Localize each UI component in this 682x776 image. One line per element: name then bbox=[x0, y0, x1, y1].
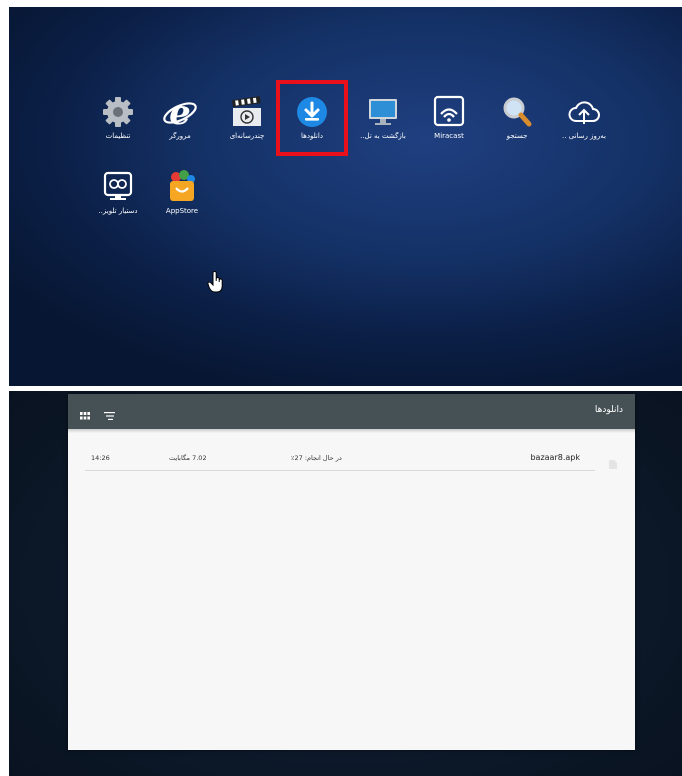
app-label: به‌روز رسانی .. bbox=[562, 132, 606, 140]
app-back-to-tv[interactable]: بازگشت به تل.. bbox=[345, 94, 421, 140]
sort-icon[interactable] bbox=[104, 406, 116, 420]
svg-text:e: e bbox=[169, 94, 191, 130]
grid-view-icon[interactable] bbox=[80, 406, 90, 420]
cloud-upload-icon bbox=[566, 94, 602, 130]
download-row[interactable]: 14:26 7.02 مگابایت در حال انجام: 27٪ baz… bbox=[85, 450, 595, 471]
app-label: بازگشت به تل.. bbox=[360, 132, 406, 140]
download-time: 14:26 bbox=[91, 454, 110, 462]
app-search[interactable]: جستجو bbox=[479, 94, 555, 140]
downloads-title: دانلودها bbox=[594, 405, 623, 415]
magnifier-icon bbox=[499, 94, 535, 130]
internet-explorer-icon: e bbox=[162, 93, 198, 133]
app-label: مرورگر bbox=[169, 132, 191, 140]
app-label: AppStore bbox=[165, 207, 199, 215]
tv-launcher-screen: تنظیمات e مرورگر چند‌رسانه‌ای bbox=[9, 7, 682, 386]
app-store-bag-icon bbox=[164, 169, 200, 205]
app-miracast[interactable]: Miracast bbox=[411, 94, 487, 140]
downloads-panel: دانلودها 14:26 7.02 مگابایت در حال انجام… bbox=[68, 394, 635, 750]
app-appstore[interactable]: AppStore bbox=[144, 169, 220, 215]
file-icon bbox=[609, 454, 617, 469]
downloads-toolbar: دانلودها bbox=[68, 394, 635, 429]
download-status: در حال انجام: 27٪ bbox=[291, 454, 342, 462]
toolbar-shadow bbox=[68, 429, 635, 433]
download-size: 7.02 مگابایت bbox=[169, 454, 207, 462]
download-file-name: bazaar8.apk bbox=[530, 453, 580, 462]
tv-assistant-icon bbox=[100, 169, 136, 205]
downloads-screen: دانلودها 14:26 7.02 مگابایت در حال انجام… bbox=[9, 391, 682, 776]
monitor-icon bbox=[365, 94, 401, 130]
selection-highlight-box bbox=[276, 80, 348, 156]
app-label: Miracast bbox=[434, 132, 464, 140]
screen-cast-icon bbox=[431, 94, 467, 130]
app-browser[interactable]: e مرورگر bbox=[142, 93, 218, 140]
clapperboard-icon bbox=[229, 94, 265, 130]
gear-icon bbox=[100, 94, 136, 130]
app-label: جستجو bbox=[506, 132, 528, 140]
app-update[interactable]: به‌روز رسانی .. bbox=[546, 94, 622, 140]
hand-pointer-cursor-icon bbox=[207, 270, 225, 293]
